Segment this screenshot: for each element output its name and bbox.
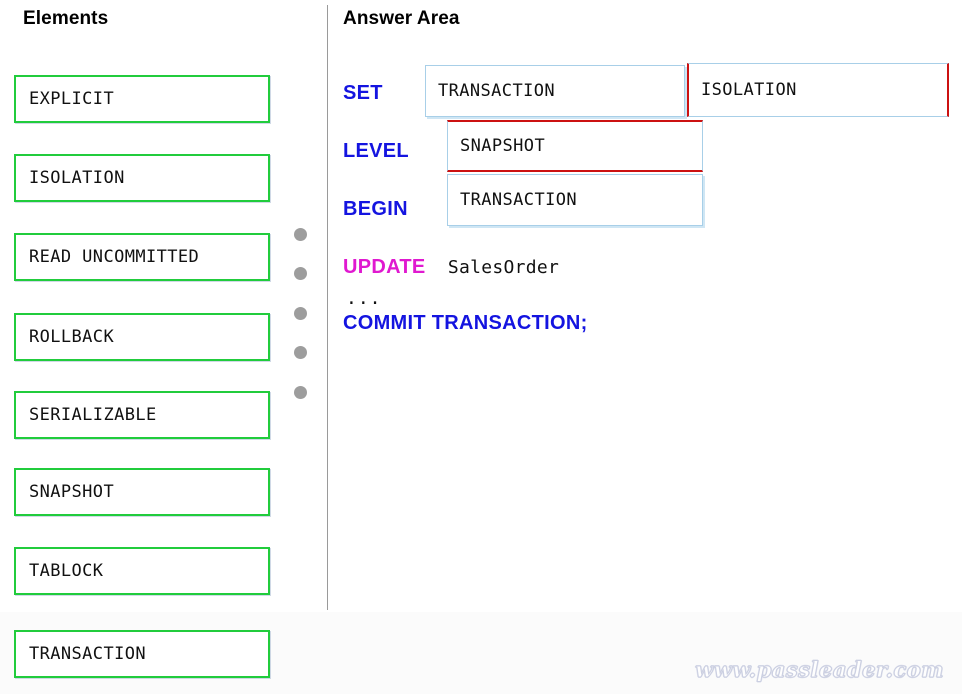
drop-box-set-transaction[interactable]: TRANSACTION <box>425 65 685 117</box>
element-tile[interactable]: READ UNCOMMITTED <box>14 233 270 281</box>
code-line-commit: COMMIT TRANSACTION; <box>343 312 588 334</box>
site-watermark: www.passleader.com <box>695 657 944 683</box>
answer-keyword-level: LEVEL <box>343 140 409 162</box>
drag-handle-dot-icon[interactable] <box>294 267 307 280</box>
element-tile[interactable]: ISOLATION <box>14 154 270 202</box>
elements-panel-title: Elements <box>23 8 109 29</box>
element-tile-label: ROLLBACK <box>29 327 115 347</box>
code-identifier-salesorder: SalesOrder <box>447 257 560 278</box>
answer-keyword-begin: BEGIN <box>343 198 408 220</box>
drag-handle-dot-icon[interactable] <box>294 307 307 320</box>
drop-box-value: TRANSACTION <box>438 81 555 101</box>
element-tile[interactable]: SERIALIZABLE <box>14 391 270 439</box>
answer-keyword-set: SET <box>343 82 383 104</box>
code-keyword-update: UPDATE <box>343 256 426 278</box>
drag-handle-dot-icon[interactable] <box>294 346 307 359</box>
drop-box-value: ISOLATION <box>701 80 797 100</box>
element-tile[interactable]: TRANSACTION <box>14 630 270 678</box>
element-tile-label: TRANSACTION <box>29 644 146 664</box>
element-tile-label: READ UNCOMMITTED <box>29 247 200 267</box>
element-tile-label: EXPLICIT <box>29 89 115 109</box>
element-tile[interactable]: ROLLBACK <box>14 313 270 361</box>
drag-handle-dot-icon[interactable] <box>294 386 307 399</box>
element-tile-label: SNAPSHOT <box>29 482 115 502</box>
element-tile-label: SERIALIZABLE <box>29 405 157 425</box>
drop-box-value: SNAPSHOT <box>460 136 546 156</box>
drop-box-isolation[interactable]: ISOLATION <box>687 63 949 117</box>
answer-area-panel-title: Answer Area <box>343 8 460 29</box>
exam-question-canvas: Elements Answer Area EXPLICIT ISOLATION RE… <box>0 0 962 694</box>
drop-box-begin-transaction[interactable]: TRANSACTION <box>447 174 703 226</box>
element-tile[interactable]: SNAPSHOT <box>14 468 270 516</box>
code-spacer <box>426 257 448 278</box>
drag-handle-dot-icon[interactable] <box>294 228 307 241</box>
element-tile-label: TABLOCK <box>29 561 104 581</box>
element-tile[interactable]: EXPLICIT <box>14 75 270 123</box>
element-tile[interactable]: TABLOCK <box>14 547 270 595</box>
code-line-update: UPDATE SalesOrder <box>343 256 559 279</box>
code-line-ellipsis: ... <box>346 288 382 309</box>
drop-box-value: TRANSACTION <box>460 190 577 210</box>
element-tile-label: ISOLATION <box>29 168 125 188</box>
drop-box-snapshot[interactable]: SNAPSHOT <box>447 120 703 172</box>
panel-divider <box>327 5 328 610</box>
